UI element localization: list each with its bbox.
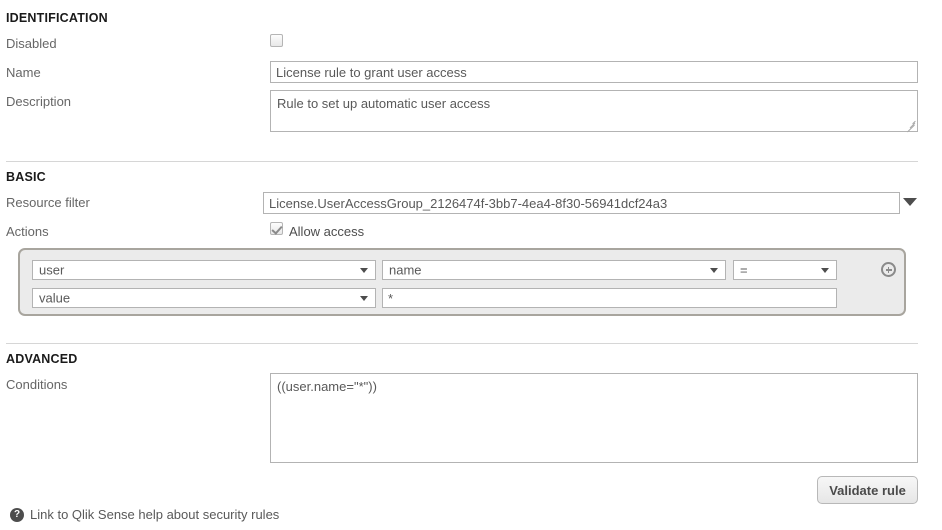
security-rule-editor: IDENTIFICATION Disabled Name Description…	[0, 0, 942, 530]
resource-filter-label: Resource filter	[6, 195, 90, 210]
question-circle-icon: ?	[10, 507, 24, 522]
condition-subject-value: user	[39, 262, 65, 278]
help-link[interactable]: ? Link to Qlik Sense help about security…	[10, 507, 279, 522]
section-divider-basic	[6, 160, 918, 162]
chevron-down-icon	[710, 268, 718, 273]
allow-access-label: Allow access	[289, 224, 365, 239]
condition-value-type-value: value	[39, 290, 71, 306]
condition-builder-panel: user name = value	[18, 248, 906, 316]
disabled-label: Disabled	[6, 36, 57, 51]
chevron-down-icon	[821, 268, 829, 273]
allow-access-checkbox[interactable]	[270, 222, 283, 235]
basic-section-title: BASIC	[6, 170, 46, 184]
disabled-checkbox[interactable]	[270, 34, 283, 47]
validate-rule-button[interactable]: Validate rule	[817, 476, 918, 504]
condition-operator-value: =	[740, 262, 748, 278]
condition-value-input[interactable]	[382, 288, 837, 308]
condition-value-type-select[interactable]: value	[32, 288, 376, 308]
advanced-section-title: ADVANCED	[6, 352, 78, 366]
chevron-down-icon	[360, 296, 368, 301]
name-input[interactable]	[270, 61, 918, 83]
condition-operator-select[interactable]: =	[733, 260, 837, 280]
conditions-label: Conditions	[6, 377, 68, 392]
resource-filter-input[interactable]	[263, 192, 900, 214]
description-label: Description	[6, 94, 72, 109]
help-link-label: Link to Qlik Sense help about security r…	[30, 507, 280, 522]
actions-label: Actions	[6, 224, 49, 239]
condition-property-select[interactable]: name	[382, 260, 726, 280]
identification-section-title: IDENTIFICATION	[6, 11, 108, 25]
description-textarea[interactable]	[270, 90, 918, 132]
chevron-down-icon	[360, 268, 368, 273]
add-condition-plus-circle-icon[interactable]	[881, 262, 896, 277]
resource-filter-chevron-down-icon[interactable]	[903, 198, 917, 206]
name-label: Name	[6, 65, 41, 80]
condition-subject-select[interactable]: user	[32, 260, 376, 280]
section-divider-advanced	[6, 342, 918, 344]
condition-property-value: name	[389, 262, 422, 278]
conditions-textarea[interactable]	[270, 373, 918, 463]
